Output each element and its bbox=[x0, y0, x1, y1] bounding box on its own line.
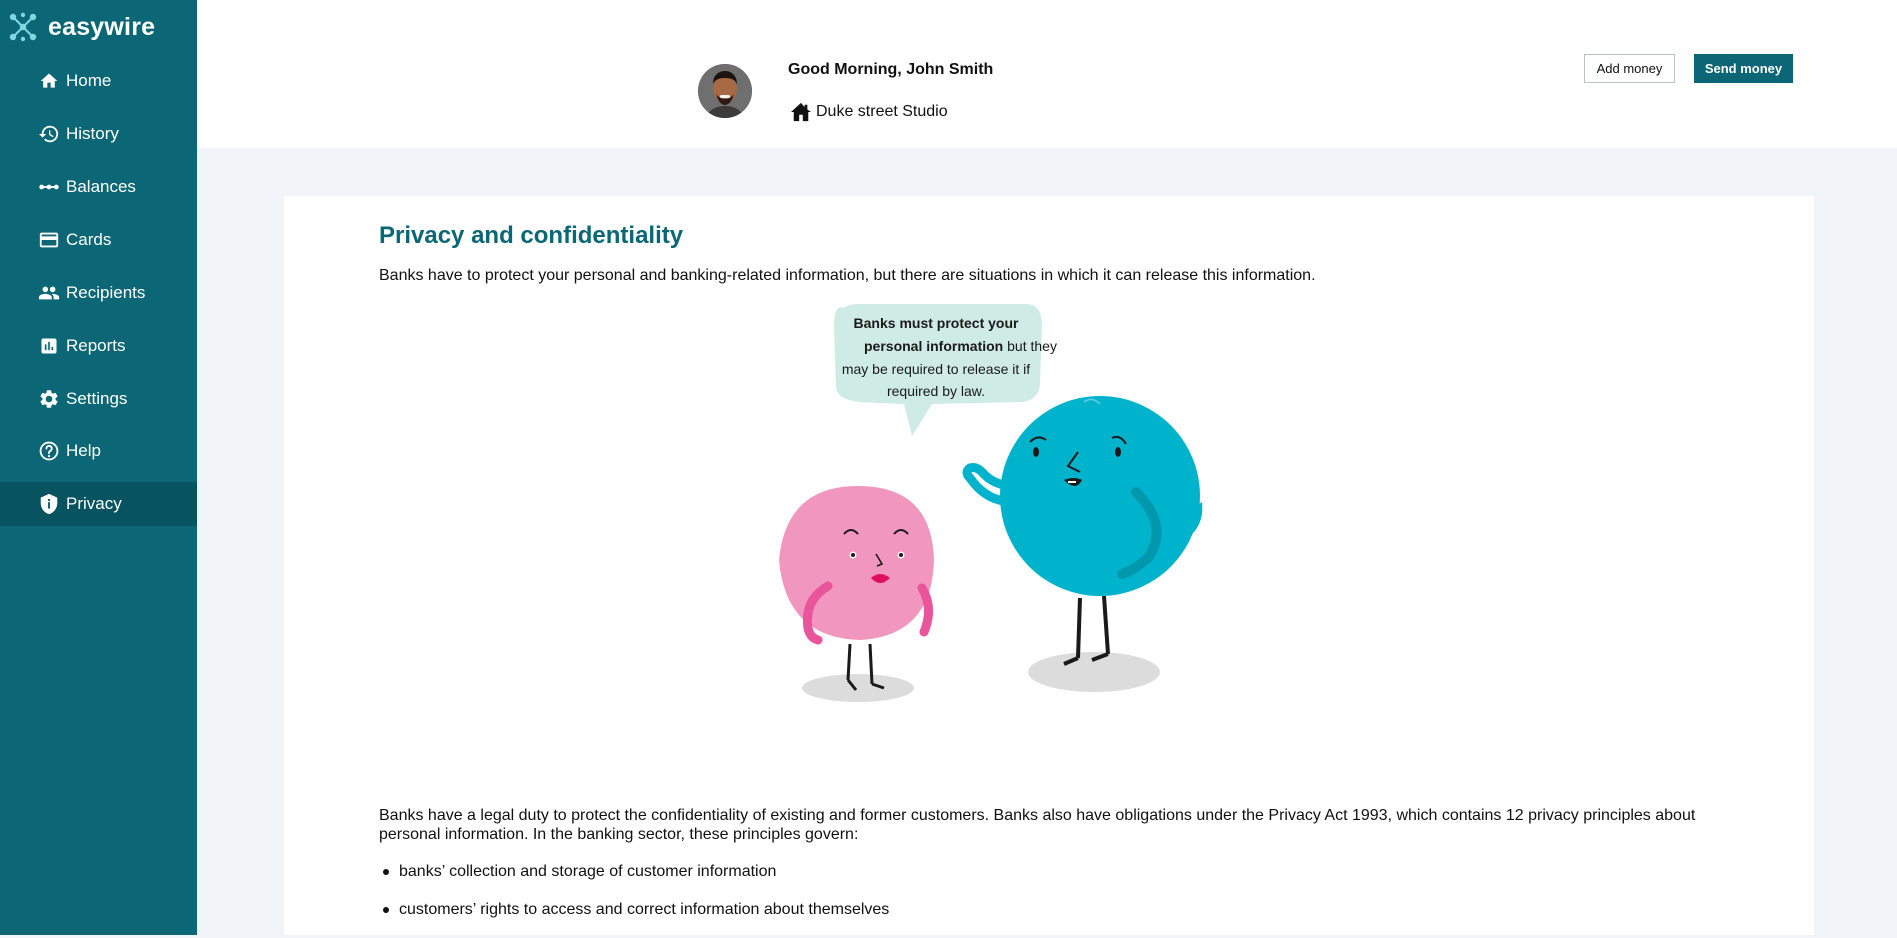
easywire-logo-icon bbox=[9, 12, 37, 42]
location-name: Duke street Studio bbox=[816, 103, 948, 120]
principles-list: banks’ collection and storage of custome… bbox=[379, 862, 889, 938]
pink-character bbox=[779, 486, 934, 691]
brand-name: easywire bbox=[48, 12, 156, 41]
house-icon bbox=[791, 102, 811, 122]
sidebar-item-help[interactable]: Help bbox=[0, 429, 197, 473]
sidebar-item-privacy[interactable]: Privacy bbox=[0, 482, 197, 526]
privacy-illustration: Banks must protect your personal informa… bbox=[779, 304, 1203, 702]
chart-icon bbox=[38, 335, 60, 357]
sidebar: easywire Home History Balances Cards Rec… bbox=[0, 0, 197, 935]
sidebar-item-label: Recipients bbox=[66, 283, 146, 302]
list-item: customers’ rights to access and correct … bbox=[379, 900, 889, 938]
sidebar-item-reports[interactable]: Reports bbox=[0, 324, 197, 368]
sidebar-item-recipients[interactable]: Recipients bbox=[0, 271, 197, 315]
home-icon bbox=[38, 70, 60, 92]
gear-icon bbox=[38, 388, 60, 410]
sidebar-item-label: Help bbox=[66, 441, 101, 460]
svg-text:required by law.: required by law. bbox=[887, 383, 985, 399]
sidebar-item-settings[interactable]: Settings bbox=[0, 377, 197, 421]
sidebar-item-label: Balances bbox=[66, 177, 136, 196]
help-icon bbox=[38, 440, 60, 462]
sidebar-item-home[interactable]: Home bbox=[0, 59, 197, 103]
greeting-text: Good Morning, John Smith bbox=[788, 61, 994, 78]
brand-logo[interactable]: easywire bbox=[6, 9, 155, 45]
sidebar-item-label: History bbox=[66, 124, 119, 143]
balances-icon bbox=[38, 176, 60, 198]
card-icon bbox=[38, 229, 60, 251]
content-card: Privacy and confidentiality Banks have t… bbox=[284, 196, 1814, 935]
sidebar-item-label: Settings bbox=[66, 389, 128, 408]
top-bar: Good Morning, John Smith Duke street Stu… bbox=[197, 0, 1897, 148]
location: Duke street Studio bbox=[790, 102, 948, 122]
blue-character bbox=[962, 396, 1203, 666]
history-icon bbox=[38, 123, 60, 145]
sidebar-item-label: Cards bbox=[66, 230, 112, 249]
intro-text: Banks have to protect your personal and … bbox=[379, 267, 1316, 284]
sidebar-item-label: Privacy bbox=[66, 494, 122, 513]
sidebar-item-cards[interactable]: Cards bbox=[0, 218, 197, 262]
list-item: banks’ collection and storage of custome… bbox=[379, 862, 889, 900]
avatar-portrait-icon bbox=[698, 64, 752, 118]
people-icon bbox=[38, 282, 60, 304]
send-money-button[interactable]: Send money bbox=[1694, 54, 1793, 83]
legal-duty-paragraph: Banks have a legal duty to protect the c… bbox=[379, 807, 1696, 843]
sidebar-item-balances[interactable]: Balances bbox=[0, 165, 197, 209]
add-money-button[interactable]: Add money bbox=[1584, 54, 1675, 83]
avatar[interactable] bbox=[698, 64, 752, 118]
svg-text:Banks must protect your: Banks must protect your bbox=[854, 315, 1019, 331]
sidebar-item-label: Reports bbox=[66, 336, 126, 355]
sidebar-item-label: Home bbox=[66, 71, 112, 90]
speech-bubble: Banks must protect your personal informa… bbox=[834, 304, 1057, 436]
page-title: Privacy and confidentiality bbox=[379, 222, 684, 249]
svg-text:may be required to release it: may be required to release it if bbox=[842, 361, 1030, 377]
sidebar-item-history[interactable]: History bbox=[0, 112, 197, 156]
svg-text:personal information but they: personal information but they bbox=[864, 338, 1057, 354]
shield-icon bbox=[38, 493, 60, 515]
